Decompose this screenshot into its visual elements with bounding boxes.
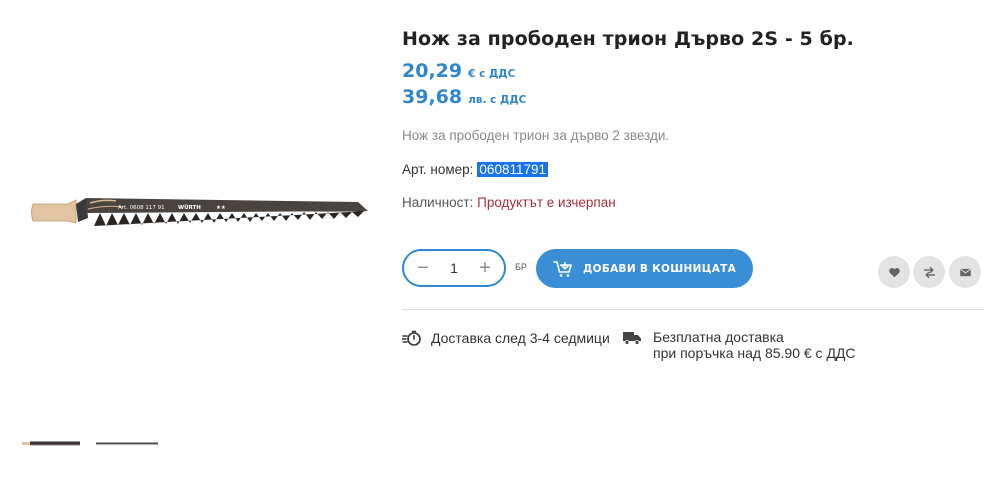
compare-button[interactable] [913, 256, 945, 288]
add-to-cart-label: ДОБАВИ В КОШНИЦАТА [582, 262, 737, 275]
article-number[interactable]: 060811791 [477, 162, 548, 177]
divider [402, 309, 984, 310]
thumbnail-blade-icon [22, 441, 80, 446]
image-art-label: Art. 0608 117 91 [118, 205, 165, 211]
price-bgn: 39,68 лв. с ДДС [402, 86, 987, 108]
quantity-stepper: − + [402, 249, 506, 287]
free-shipping-text: Безплатна доставка при поръчка над 85.90… [653, 329, 856, 361]
thumbnail-blade-icon [96, 442, 158, 445]
increment-button[interactable]: + [476, 258, 494, 278]
article-label: Арт. номер: [402, 162, 474, 177]
email-icon [959, 267, 971, 276]
purchase-row: − + БР ДОБАВИ В КОШНИЦАТА [402, 249, 987, 289]
thumbnail-2[interactable] [96, 436, 158, 450]
email-button[interactable] [949, 256, 981, 288]
price-eur: 20,29 € с ДДС [402, 60, 987, 82]
delivery-info: Доставка след 3-4 седмици Безплатна дост… [402, 329, 856, 361]
product-description: Нож за прободен трион за дърво 2 звезди. [402, 128, 670, 143]
product-title: Нож за прободен трион Дърво 2S - 5 бр. [402, 28, 854, 50]
product-image[interactable]: Art. 0608 117 91 WÜRTH ★★ [28, 195, 373, 235]
price-eur-value: 20,29 [402, 60, 463, 82]
free-shipping-line2: при поръчка над 85.90 € с ДДС [653, 345, 856, 361]
price-bgn-value: 39,68 [402, 86, 463, 108]
stopwatch-icon [402, 329, 422, 347]
availability-label: Наличност: [402, 195, 474, 210]
add-to-cart-button[interactable]: ДОБАВИ В КОШНИЦАТА [536, 249, 753, 288]
wishlist-button[interactable] [878, 256, 910, 288]
truck-icon [623, 331, 641, 345]
compare-icon [923, 266, 935, 278]
unit-label: БР [515, 262, 527, 272]
quantity-input[interactable] [439, 260, 469, 276]
free-shipping: Безплатна доставка при поръчка над 85.90… [623, 329, 923, 361]
product-details: Нож за прободен трион Дърво 2S - 5 бр. 2… [402, 28, 987, 361]
heart-icon [888, 267, 900, 277]
delivery-time: Доставка след 3-4 седмици [402, 329, 610, 347]
cart-icon [553, 260, 573, 278]
price-eur-unit: € с ДДС [468, 68, 516, 80]
availability-status: Продуктът е изчерпан [477, 195, 616, 210]
delivery-time-text: Доставка след 3-4 седмици [431, 330, 610, 346]
thumbnail-1[interactable] [20, 436, 82, 450]
thumbnail-strip [20, 436, 158, 450]
availability-row: Наличност: Продуктът е изчерпан [402, 195, 987, 210]
price-bgn-unit: лв. с ДДС [468, 94, 527, 106]
article-number-row: Арт. номер: 060811791 [402, 162, 987, 177]
free-shipping-line1: Безплатна доставка [653, 329, 784, 345]
product-gallery: Art. 0608 117 91 WÜRTH ★★ [0, 0, 390, 481]
saw-blade-image: Art. 0608 117 91 WÜRTH ★★ [31, 198, 368, 226]
decrement-button[interactable]: − [414, 258, 432, 278]
image-stars-label: ★★ [216, 205, 226, 211]
image-brand-label: WÜRTH [178, 204, 201, 211]
